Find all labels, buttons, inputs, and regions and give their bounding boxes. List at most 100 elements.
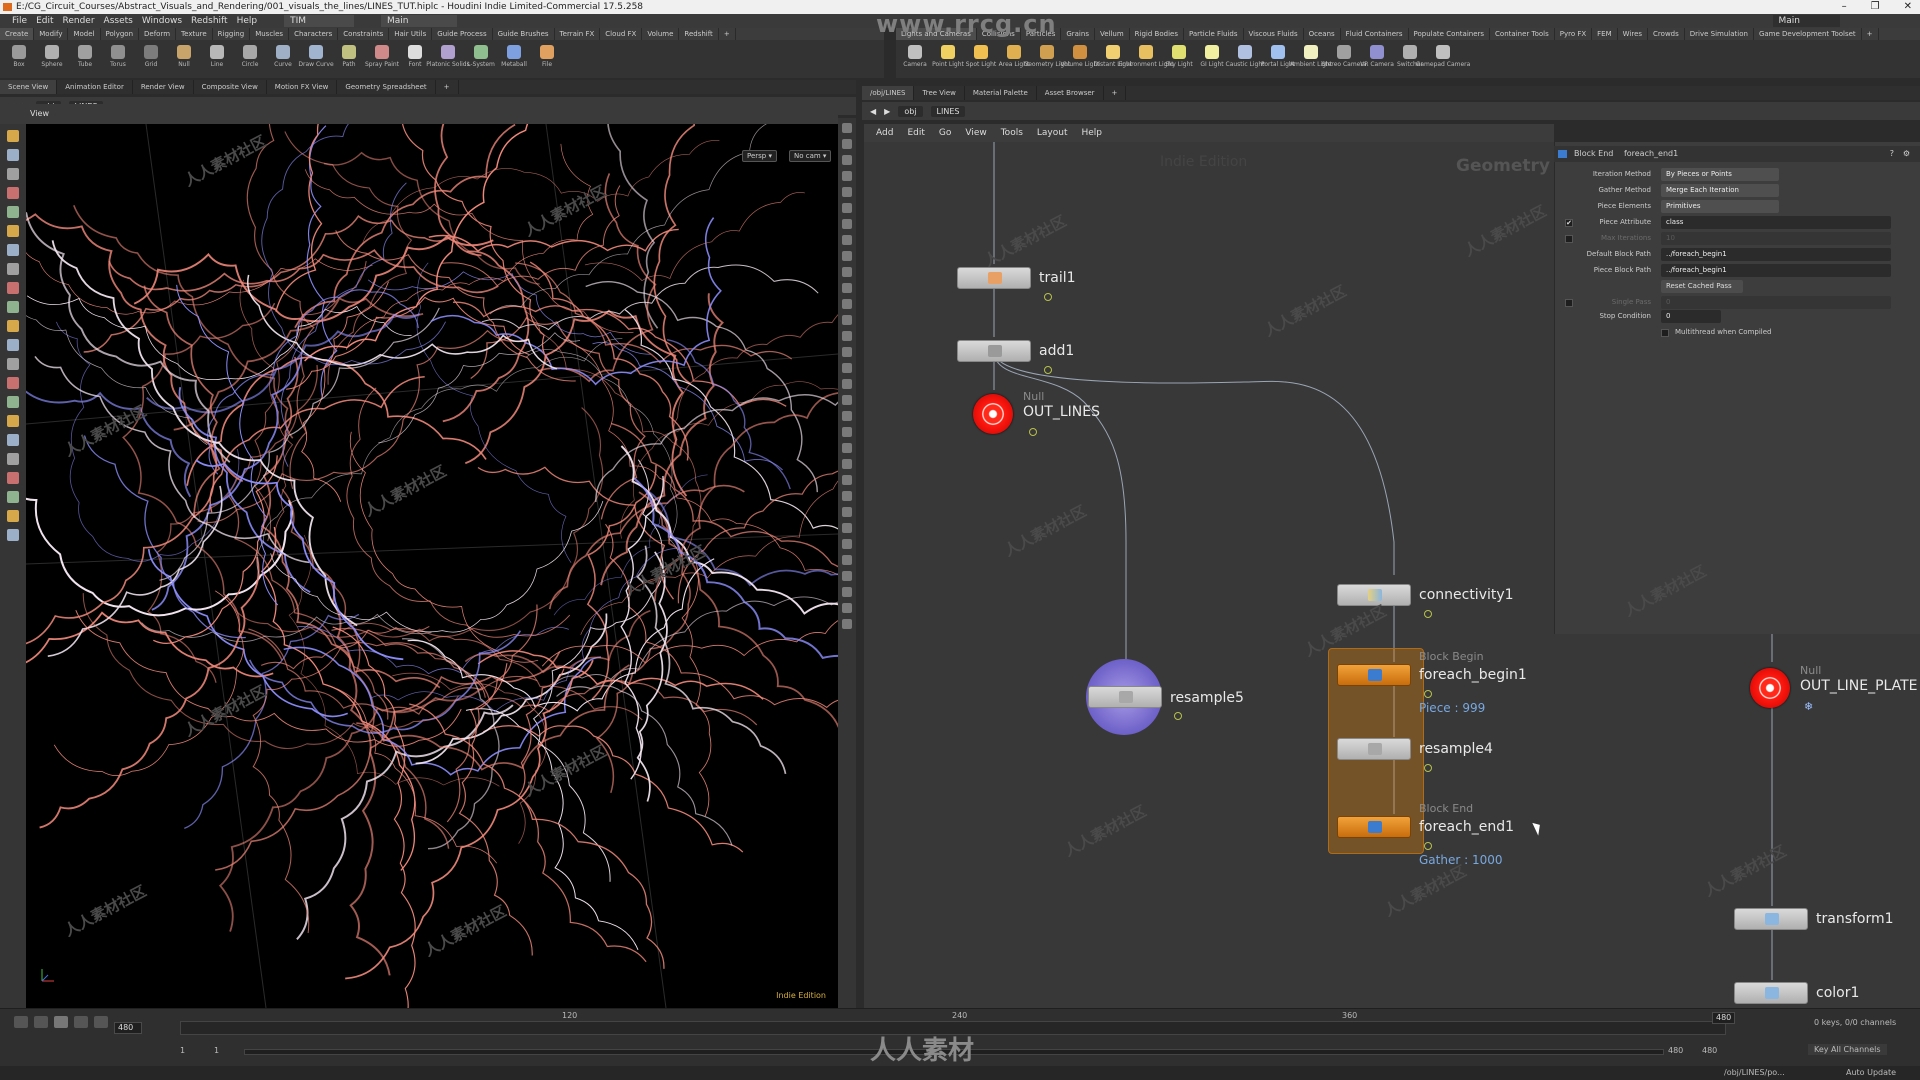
shelf-tab-viscous-fluids[interactable]: Viscous Fluids [1244,28,1304,40]
pane-tab-obj-lines[interactable]: /obj/LINES [862,86,915,100]
menu-windows[interactable]: Windows [142,16,182,26]
null-node-icon[interactable] [973,394,1013,434]
step-back-icon[interactable] [34,1016,48,1028]
shelf-tab-guide-process[interactable]: Guide Process [432,28,493,40]
persp-button[interactable]: Persp ▾ [742,150,777,162]
display-option-icon[interactable] [842,571,852,581]
range-start-field-2[interactable]: 1 [214,1046,219,1055]
shelf-tab-modify[interactable]: Modify [34,28,69,40]
shelf-tab-volume[interactable]: Volume [642,28,680,40]
display-option-icon[interactable] [842,347,852,357]
display-option-icon[interactable] [842,443,852,453]
display-option-icon[interactable] [842,603,852,613]
shelf-tab-oceans[interactable]: Oceans [1304,28,1341,40]
desktop-selector-2[interactable]: Main [381,15,457,27]
node-resample4-flag[interactable] [1424,764,1432,772]
shelf-tab-muscles[interactable]: Muscles [250,28,290,40]
tool-volume-light[interactable]: Volume Light [1060,40,1100,78]
node-add1-flag[interactable] [1044,366,1052,374]
tool-spot-light[interactable]: Spot Light [966,40,996,78]
brush-tool-icon[interactable] [7,225,19,237]
tool-grid[interactable]: Grid [136,40,166,78]
shelf-tab-fluid-containers[interactable]: Fluid Containers [1341,28,1409,40]
tool-caustic-light[interactable]: Caustic Light [1226,40,1265,78]
display-option-icon[interactable] [842,555,852,565]
paint-tool-icon[interactable] [7,244,19,256]
pane-tab-material-palette[interactable]: Material Palette [965,86,1037,100]
shelf-tab-guide-brushes[interactable]: Guide Brushes [493,28,555,40]
pane-tab-asset-browser[interactable]: Asset Browser [1037,86,1104,100]
help-icon[interactable]: ? [1890,146,1894,162]
display-option-icon[interactable] [842,235,852,245]
tool-curve[interactable]: Curve [268,40,298,78]
jump-end-icon[interactable] [94,1016,108,1028]
tool-file[interactable]: File [532,40,562,78]
tool-spray-paint[interactable]: Spray Paint [365,40,399,78]
shelf-tab-redshift[interactable]: Redshift [679,28,719,40]
tool-line[interactable]: Line [202,40,232,78]
shelf-tab-rigid-bodies[interactable]: Rigid Bodies [1130,28,1184,40]
menu-help[interactable]: Help [237,16,258,26]
display-option-icon[interactable] [842,619,852,629]
display-option-icon[interactable] [842,299,852,309]
shelf-tab-wires[interactable]: Wires [1618,28,1649,40]
node-transform1-body[interactable] [1734,908,1808,930]
auto-update-button[interactable]: Auto Update [1846,1066,1896,1080]
display-option-icon[interactable] [842,379,852,389]
camera-tool-icon[interactable] [7,396,19,408]
display-option-icon[interactable] [842,411,852,421]
node-resample5-body[interactable] [1088,686,1162,708]
tool-circle[interactable]: Circle [235,40,265,78]
network-menu-layout[interactable]: Layout [1037,124,1068,142]
tool-sphere[interactable]: Sphere [37,40,67,78]
pane-tab-scene-view[interactable]: Scene View [0,80,58,94]
pane-tab-geometry-spreadsheet[interactable]: Geometry Spreadsheet [337,80,436,94]
param-node-name[interactable]: foreach_end1 [1624,149,1678,158]
shelf-tab-polygon[interactable]: Polygon [101,28,140,40]
tool-gi-light[interactable]: GI Light [1197,40,1227,78]
display-option-icon[interactable] [842,507,852,517]
grid-tool-icon[interactable] [7,491,19,503]
display-option-icon[interactable] [842,139,852,149]
select-tool-icon[interactable] [7,130,19,142]
shelf-tab-texture[interactable]: Texture [176,28,213,40]
param-value-piece-elements[interactable]: Primitives [1661,200,1779,213]
pane-tab-render-view[interactable]: Render View [133,80,194,94]
shelf-tab-grains[interactable]: Grains [1061,28,1095,40]
param-toggle[interactable] [1565,299,1573,307]
light-tool-icon[interactable] [7,358,19,370]
param-value-piece-block-path[interactable]: ../foreach_begin1 [1661,264,1891,277]
display-option-icon[interactable] [842,331,852,341]
menu-edit[interactable]: Edit [36,16,53,26]
tool-switcher[interactable]: Switcher [1395,40,1425,78]
menu-render[interactable]: Render [63,16,95,26]
node-add1-body[interactable] [957,340,1031,362]
node-foreach-begin1-flag[interactable] [1424,690,1432,698]
node-resample5-flag[interactable] [1174,712,1182,720]
display-option-icon[interactable] [842,491,852,501]
close-button[interactable]: ✕ [1904,0,1912,14]
desktop-selector[interactable]: TIM [284,15,355,27]
param-value-stop-condition[interactable]: 0 [1661,310,1721,323]
display-option-icon[interactable] [842,539,852,549]
shelf-tab-populate-containers[interactable]: Populate Containers [1409,28,1491,40]
shelf-tab-deform[interactable]: Deform [139,28,177,40]
shelf-tab-container-tools[interactable]: Container Tools [1490,28,1555,40]
node-trail1-body[interactable] [957,267,1031,289]
stop-icon[interactable] [54,1016,68,1028]
display-option-icon[interactable] [842,155,852,165]
param-value-default-block-path[interactable]: ../foreach_begin1 [1661,248,1891,261]
shelf-tab-game-development-toolset[interactable]: Game Development Toolset [1754,28,1862,40]
tool-distant-light[interactable]: Distant Light [1094,40,1132,78]
jump-start-icon[interactable] [14,1016,28,1028]
shelf-tab-pyro-fx[interactable]: Pyro FX [1555,28,1593,40]
menu-assets[interactable]: Assets [104,16,133,26]
shelf-tab-plus[interactable]: + [1862,28,1879,40]
tool-vr-camera[interactable]: VR Camera [1360,40,1394,78]
network-back-arrow-icon[interactable]: ◀ [870,107,876,116]
range-start-field[interactable]: 1 [180,1046,185,1055]
shelf-tab-particle-fluids[interactable]: Particle Fluids [1184,28,1244,40]
extra-tool-icon[interactable] [7,472,19,484]
tool-point-light[interactable]: Point Light [932,40,964,78]
shelf-tab-terrain-fx[interactable]: Terrain FX [555,28,601,40]
